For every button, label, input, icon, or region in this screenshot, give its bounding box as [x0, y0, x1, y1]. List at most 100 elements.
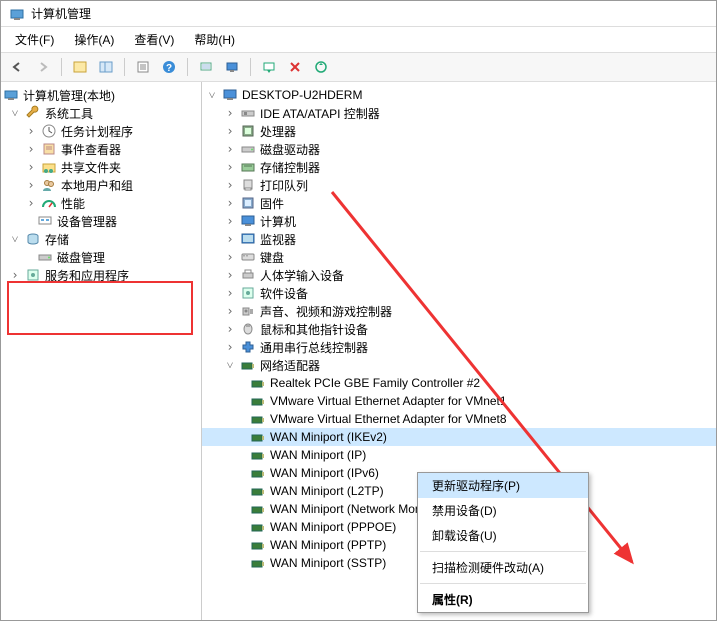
properties-button[interactable]: [131, 55, 155, 79]
device-category[interactable]: ›软件设备: [202, 284, 716, 302]
collapse-icon[interactable]: ˅: [206, 88, 218, 103]
tree-storage[interactable]: ˅ 存储: [1, 230, 201, 248]
network-adapter-item[interactable]: Realtek PCIe GBE Family Controller #2: [202, 374, 716, 392]
tree-system-tools[interactable]: ˅ 系统工具: [1, 104, 201, 122]
menu-view[interactable]: 查看(V): [126, 29, 182, 50]
device-label: 通用串行总线控制器: [260, 339, 368, 356]
device-category[interactable]: › 通用串行总线控制器: [202, 338, 716, 356]
highlight-annotation: [7, 281, 193, 335]
expand-icon[interactable]: ›: [224, 196, 236, 210]
update-driver-button[interactable]: [309, 55, 333, 79]
device-label: 计算机: [260, 213, 296, 230]
expand-icon[interactable]: ›: [224, 178, 236, 192]
uninstall-button[interactable]: [283, 55, 307, 79]
expand-icon[interactable]: ›: [224, 214, 236, 228]
ctx-scan-hardware[interactable]: 扫描检测硬件改动(A): [418, 555, 588, 580]
device-category[interactable]: ›固件: [202, 194, 716, 212]
expand-icon[interactable]: ›: [224, 142, 236, 156]
expand-icon[interactable]: ›: [224, 304, 236, 318]
tree-services-apps[interactable]: › 服务和应用程序: [1, 266, 201, 284]
expand-icon[interactable]: ›: [224, 106, 236, 120]
ctx-disable-device[interactable]: 禁用设备(D): [418, 498, 588, 523]
disk-icon: [37, 249, 53, 265]
network-adapter-item[interactable]: WAN Miniport (IKEv2): [202, 428, 716, 446]
device-label: WAN Miniport (IPv6): [270, 466, 379, 480]
expand-icon[interactable]: ›: [224, 232, 236, 246]
expand-icon[interactable]: ›: [224, 250, 236, 264]
device-category[interactable]: ›IDE ATA/ATAPI 控制器: [202, 104, 716, 122]
tree-label: 设备管理器: [57, 213, 117, 230]
menu-file[interactable]: 文件(F): [7, 29, 62, 50]
help-button[interactable]: ?: [157, 55, 181, 79]
device-category[interactable]: › 计算机: [202, 212, 716, 230]
tree-device-manager[interactable]: 设备管理器: [1, 212, 201, 230]
computer-icon: [222, 87, 238, 103]
toolbar-separator: [250, 58, 251, 76]
device-label: WAN Miniport (PPTP): [270, 538, 386, 552]
device-root[interactable]: ˅ DESKTOP-U2HDERM: [202, 86, 716, 104]
svg-text:?: ?: [166, 63, 172, 74]
device-category[interactable]: ›存储控制器: [202, 158, 716, 176]
tree-disk-management[interactable]: 磁盘管理: [1, 248, 201, 266]
tree-task-scheduler[interactable]: › 任务计划程序: [1, 122, 201, 140]
ctx-update-driver[interactable]: 更新驱动程序(P): [418, 473, 588, 498]
device-category[interactable]: › 鼠标和其他指针设备: [202, 320, 716, 338]
collapse-icon[interactable]: ˅: [9, 232, 21, 247]
category-network-adapters[interactable]: ˅ 网络适配器: [202, 356, 716, 374]
back-button[interactable]: [5, 55, 29, 79]
ctx-uninstall-device[interactable]: 卸载设备(U): [418, 523, 588, 548]
network-adapter-item[interactable]: WAN Miniport (IP): [202, 446, 716, 464]
expand-icon[interactable]: ›: [25, 196, 37, 210]
users-icon: [41, 177, 57, 193]
device-label: VMware Virtual Ethernet Adapter for VMne…: [270, 394, 507, 408]
tree-shared-folders[interactable]: › 共享文件夹: [1, 158, 201, 176]
console-tree[interactable]: 计算机管理(本地) ˅ 系统工具 › 任务计划程序 › 事件查看器 › 共享文件…: [1, 82, 202, 620]
tree-local-users[interactable]: › 本地用户和组: [1, 176, 201, 194]
device-category[interactable]: ›声音、视频和游戏控制器: [202, 302, 716, 320]
expand-icon[interactable]: ›: [224, 160, 236, 174]
device-label: WAN Miniport (PPPOE): [270, 520, 396, 534]
expand-icon[interactable]: ›: [25, 178, 37, 192]
expand-icon[interactable]: ›: [224, 322, 236, 336]
network-adapter-item[interactable]: VMware Virtual Ethernet Adapter for VMne…: [202, 410, 716, 428]
device-label: VMware Virtual Ethernet Adapter for VMne…: [270, 412, 507, 426]
expand-icon[interactable]: ›: [224, 340, 236, 354]
expand-icon[interactable]: ›: [224, 268, 236, 282]
menu-separator: [420, 583, 586, 584]
tree-event-viewer[interactable]: › 事件查看器: [1, 140, 201, 158]
forward-button[interactable]: [31, 55, 55, 79]
expand-icon[interactable]: ›: [224, 124, 236, 138]
device-category[interactable]: ›人体学输入设备: [202, 266, 716, 284]
device-category[interactable]: › 磁盘驱动器: [202, 140, 716, 158]
expand-icon[interactable]: ›: [25, 142, 37, 156]
device-category[interactable]: ›打印队列: [202, 176, 716, 194]
computer-button[interactable]: [220, 55, 244, 79]
tree-label: 服务和应用程序: [45, 267, 129, 284]
ctx-properties[interactable]: 属性(R): [418, 587, 588, 612]
devices-button[interactable]: [194, 55, 218, 79]
menu-help[interactable]: 帮助(H): [186, 29, 243, 50]
tree-root[interactable]: 计算机管理(本地): [1, 86, 201, 104]
menu-action[interactable]: 操作(A): [66, 29, 122, 50]
device-category[interactable]: ›监视器: [202, 230, 716, 248]
expand-icon[interactable]: ›: [224, 286, 236, 300]
collapse-icon[interactable]: ˅: [224, 358, 236, 373]
category-icon: [240, 105, 256, 121]
category-icon: [240, 213, 256, 229]
device-tree[interactable]: ˅ DESKTOP-U2HDERM ›IDE ATA/ATAPI 控制器›处理器…: [202, 82, 716, 620]
expand-icon[interactable]: ›: [9, 268, 21, 282]
panes-button[interactable]: [94, 55, 118, 79]
network-adapter-item[interactable]: VMware Virtual Ethernet Adapter for VMne…: [202, 392, 716, 410]
device-category[interactable]: ›键盘: [202, 248, 716, 266]
device-category[interactable]: ›处理器: [202, 122, 716, 140]
device-label: 鼠标和其他指针设备: [260, 321, 368, 338]
scan-hardware-button[interactable]: [257, 55, 281, 79]
show-console-tree-button[interactable]: [68, 55, 92, 79]
expand-icon[interactable]: ›: [25, 160, 37, 174]
content-area: 计算机管理(本地) ˅ 系统工具 › 任务计划程序 › 事件查看器 › 共享文件…: [1, 82, 716, 620]
network-adapter-icon: [250, 519, 266, 535]
collapse-icon[interactable]: ˅: [9, 106, 21, 121]
expand-icon[interactable]: ›: [25, 124, 37, 138]
device-label: 磁盘驱动器: [260, 141, 320, 158]
tree-performance[interactable]: › 性能: [1, 194, 201, 212]
